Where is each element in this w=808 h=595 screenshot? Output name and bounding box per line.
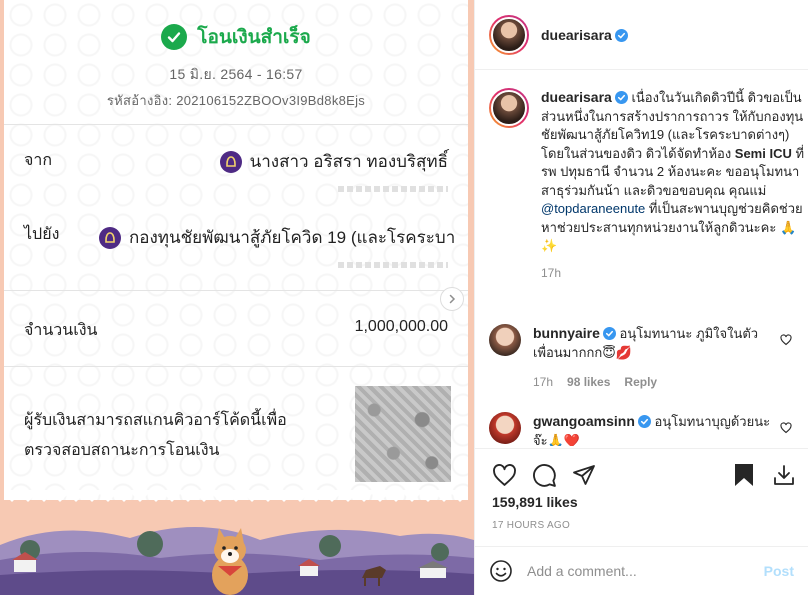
comment-time: 17h <box>533 375 554 389</box>
commenter-username-text: bunnyaire <box>533 325 600 341</box>
comment-meta: 17h 98 likes Reply <box>533 375 773 389</box>
divider <box>4 366 468 367</box>
caption-username-text: duearisara <box>541 89 612 105</box>
commenter-avatar[interactable] <box>489 324 521 356</box>
comment-like-heart-icon[interactable] <box>780 422 792 434</box>
commenter-username[interactable]: gwangoamsinn <box>533 413 651 429</box>
comment-composer: Post <box>475 546 808 595</box>
bank-logo-icon <box>99 226 121 249</box>
dog-illustration <box>212 528 248 595</box>
comment-like-heart-icon[interactable] <box>780 334 792 346</box>
verified-icon <box>614 91 628 104</box>
masked-account <box>338 262 448 268</box>
commenter-avatar[interactable] <box>489 412 521 444</box>
to-name: กองทุนชัยพัฒนาสู้ภัยโควิด 19 (และโรคระบา <box>129 228 456 247</box>
amount-value: 1,000,000.00 <box>354 318 448 335</box>
masked-account <box>338 186 448 192</box>
caption-time: 17h <box>541 265 562 280</box>
verified-icon <box>614 28 628 42</box>
comment-button[interactable] <box>531 462 557 488</box>
bank-logo-icon <box>219 150 242 173</box>
author-username: duearisara <box>541 26 612 43</box>
download-icon <box>774 465 794 485</box>
check-icon <box>161 24 188 50</box>
heart-icon <box>492 463 516 486</box>
comment-text: gwangoamsinn อนุโมทนาบุญด้วยนะจ๊ะ🙏❤️ <box>533 412 773 446</box>
caption-mention-link[interactable]: @topdaraneenute <box>541 201 645 216</box>
amount-label: จำนวนเงิน <box>24 322 98 339</box>
comment-input[interactable] <box>527 563 750 579</box>
from-party: นางสาว อริสรา ทองบริสุทธิ์ <box>219 148 448 175</box>
commenter-username[interactable]: bunnyaire <box>533 325 616 341</box>
comment-item: gwangoamsinn อนุโมทนาบุญด้วยนะจ๊ะ🙏❤️ <box>489 412 798 446</box>
caption-username[interactable]: duearisara <box>541 89 628 105</box>
carousel-next-button[interactable] <box>440 287 464 311</box>
like-button[interactable] <box>491 462 517 488</box>
success-header: โอนเงินสำเร็จ <box>4 22 468 52</box>
share-button[interactable] <box>571 462 597 488</box>
save-button[interactable] <box>731 462 757 488</box>
bookmark-icon <box>735 464 753 486</box>
qr-code <box>355 386 451 482</box>
verified-icon <box>602 327 616 340</box>
download-button[interactable] <box>771 462 797 488</box>
chevron-right-icon <box>449 294 456 304</box>
divider <box>4 124 468 125</box>
qr-instruction: ผู้รับเงินสามารถสแกนคิวอาร์โค้ดนี้เพื่อต… <box>24 412 287 459</box>
comment-icon <box>532 463 556 487</box>
emoji-icon[interactable] <box>489 559 513 583</box>
verified-icon <box>637 415 651 428</box>
comment-reply-button[interactable]: Reply <box>624 375 657 389</box>
from-label: จาก <box>24 152 53 169</box>
to-party: กองทุนชัยพัฒนาสู้ภัยโควิด 19 (และโรคระบา <box>99 224 455 251</box>
author-avatar[interactable] <box>489 14 529 55</box>
transfer-reference: รหัสอ้างอิง: 202106152ZBOOv3I9Bd8k8Ejs <box>106 93 366 108</box>
post-caption: duearisara เนื่องในวันเกิดดิวปีนี้ ดิวขอ… <box>489 88 804 280</box>
post-sidebar: duearisara duearisara เนื่องในวันเกิดดิว… <box>474 0 808 595</box>
likes-count[interactable]: 159,891 likes <box>492 494 578 510</box>
scenery-illustration <box>0 526 474 595</box>
to-label: ไปยัง <box>24 226 60 243</box>
post-comment-button[interactable]: Post <box>764 563 794 579</box>
post-time-ago[interactable]: 17 HOURS AGO <box>492 520 570 531</box>
comment-likes-button[interactable]: 98 likes <box>567 375 610 389</box>
post-image: โอนเงินสำเร็จ 15 มิ.ย. 2564 - 16:57 รหัส… <box>0 0 474 595</box>
caption-bold: Semi ICU <box>734 145 792 161</box>
caption-text: duearisara เนื่องในวันเกิดดิวปีนี้ ดิวขอ… <box>541 88 805 256</box>
divider <box>4 290 468 291</box>
share-icon <box>573 465 595 485</box>
author-username-link[interactable]: duearisara <box>541 27 628 43</box>
from-name: นางสาว อริสรา ทองบริสุทธิ์ <box>249 152 448 171</box>
post-header: duearisara <box>475 0 808 70</box>
success-title: โอนเงินสำเร็จ <box>197 27 311 48</box>
transfer-datetime: 15 มิ.ย. 2564 - 16:57 <box>169 66 303 82</box>
commenter-username-text: gwangoamsinn <box>533 413 635 429</box>
comment-item: bunnyaire อนุโมทนานะ ภูมิใจในตัวเพื่อนมา… <box>489 324 798 389</box>
caption-avatar[interactable] <box>489 88 529 128</box>
comment-text: bunnyaire อนุโมทนานะ ภูมิใจในตัวเพื่อนมา… <box>533 324 773 362</box>
transfer-slip: โอนเงินสำเร็จ 15 มิ.ย. 2564 - 16:57 รหัส… <box>4 0 468 500</box>
